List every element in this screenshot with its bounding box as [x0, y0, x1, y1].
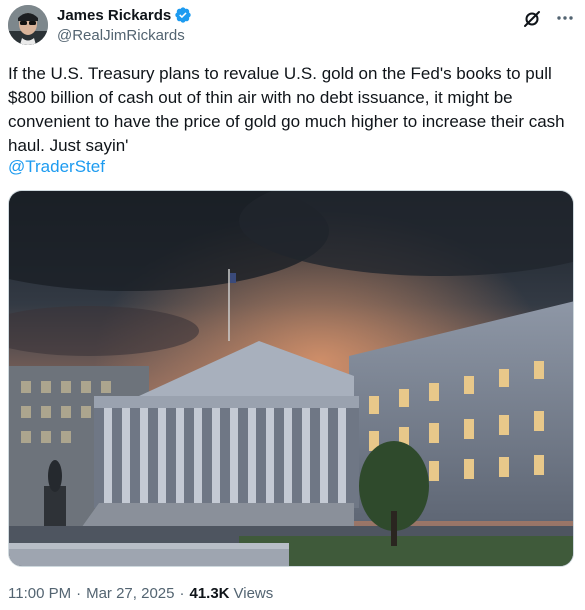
tweet-time[interactable]: 11:00 PM [8, 585, 71, 602]
treasury-building-photo [9, 191, 573, 566]
mention-link[interactable]: @TraderStef [8, 155, 105, 179]
views-label: Views [233, 585, 274, 602]
meta-separator: · [76, 585, 82, 602]
meta-separator-2: · [179, 585, 185, 602]
avatar[interactable] [8, 5, 48, 45]
verified-badge-icon[interactable] [174, 6, 192, 24]
author-name-row[interactable]: James Rickards [57, 6, 192, 24]
tweet-meta-row: 11:00 PM · Mar 27, 2025 · 41.3K Views [8, 585, 273, 602]
avatar-image [8, 5, 48, 45]
tweet-media-image[interactable] [8, 190, 574, 567]
tweet-text: If the U.S. Treasury plans to revalue U.… [8, 64, 565, 155]
author-handle[interactable]: @RealJimRickards [57, 27, 185, 44]
more-icon[interactable] [554, 8, 576, 28]
author-display-name[interactable]: James Rickards [57, 7, 171, 24]
tweet-date[interactable]: Mar 27, 2025 [86, 585, 174, 602]
views-count[interactable]: 41.3K [189, 585, 229, 602]
grok-icon[interactable] [522, 9, 542, 29]
